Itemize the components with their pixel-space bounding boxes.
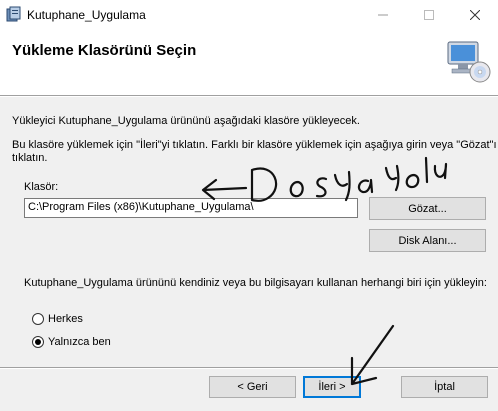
title-bar: Kutuphane_Uygulama	[0, 0, 498, 30]
cancel-button[interactable]: İptal	[401, 376, 488, 398]
wizard-footer: < Geri İleri > İptal	[0, 369, 498, 411]
window-title: Kutuphane_Uygulama	[27, 8, 146, 22]
folder-label: Klasör:	[24, 181, 59, 193]
next-button[interactable]: İleri >	[303, 376, 361, 398]
folder-path-input[interactable]: C:\Program Files (x86)\Kutuphane_Uygulam…	[24, 198, 358, 218]
page-title: Yükleme Klasörünü Seçin	[12, 42, 197, 59]
back-button[interactable]: < Geri	[209, 376, 296, 398]
wizard-header: Yükleme Klasörünü Seçin	[0, 30, 498, 88]
intro-text: Yükleyici Kutuphane_Uygulama ürününü aşa…	[12, 115, 360, 127]
browse-button[interactable]: Gözat...	[369, 197, 486, 220]
radio-just-me-label[interactable]: Yalnızca ben	[48, 336, 111, 349]
computer-setup-icon	[447, 41, 491, 83]
radio-everyone-label[interactable]: Herkes	[48, 313, 83, 326]
minimize-button[interactable]	[360, 0, 406, 30]
radio-everyone[interactable]	[32, 313, 44, 325]
maximize-button[interactable]	[406, 0, 452, 30]
radio-selected-dot	[35, 339, 41, 345]
instructions-text-line2: tıklatın.	[12, 152, 48, 164]
radio-just-me[interactable]	[32, 336, 44, 348]
close-button[interactable]	[452, 0, 498, 30]
maximize-icon	[424, 10, 434, 20]
disk-space-button[interactable]: Disk Alanı...	[369, 229, 486, 252]
wizard-body: Yükleyici Kutuphane_Uygulama ürününü aşa…	[0, 97, 498, 367]
close-icon	[470, 10, 480, 20]
minimize-icon	[378, 14, 388, 16]
instructions-text-line1: Bu klasöre yüklemek için "İleri"yi tıkla…	[12, 139, 497, 151]
install-for-text: Kutuphane_Uygulama ürününü kendiniz veya…	[24, 277, 487, 289]
installer-app-icon	[6, 6, 21, 22]
